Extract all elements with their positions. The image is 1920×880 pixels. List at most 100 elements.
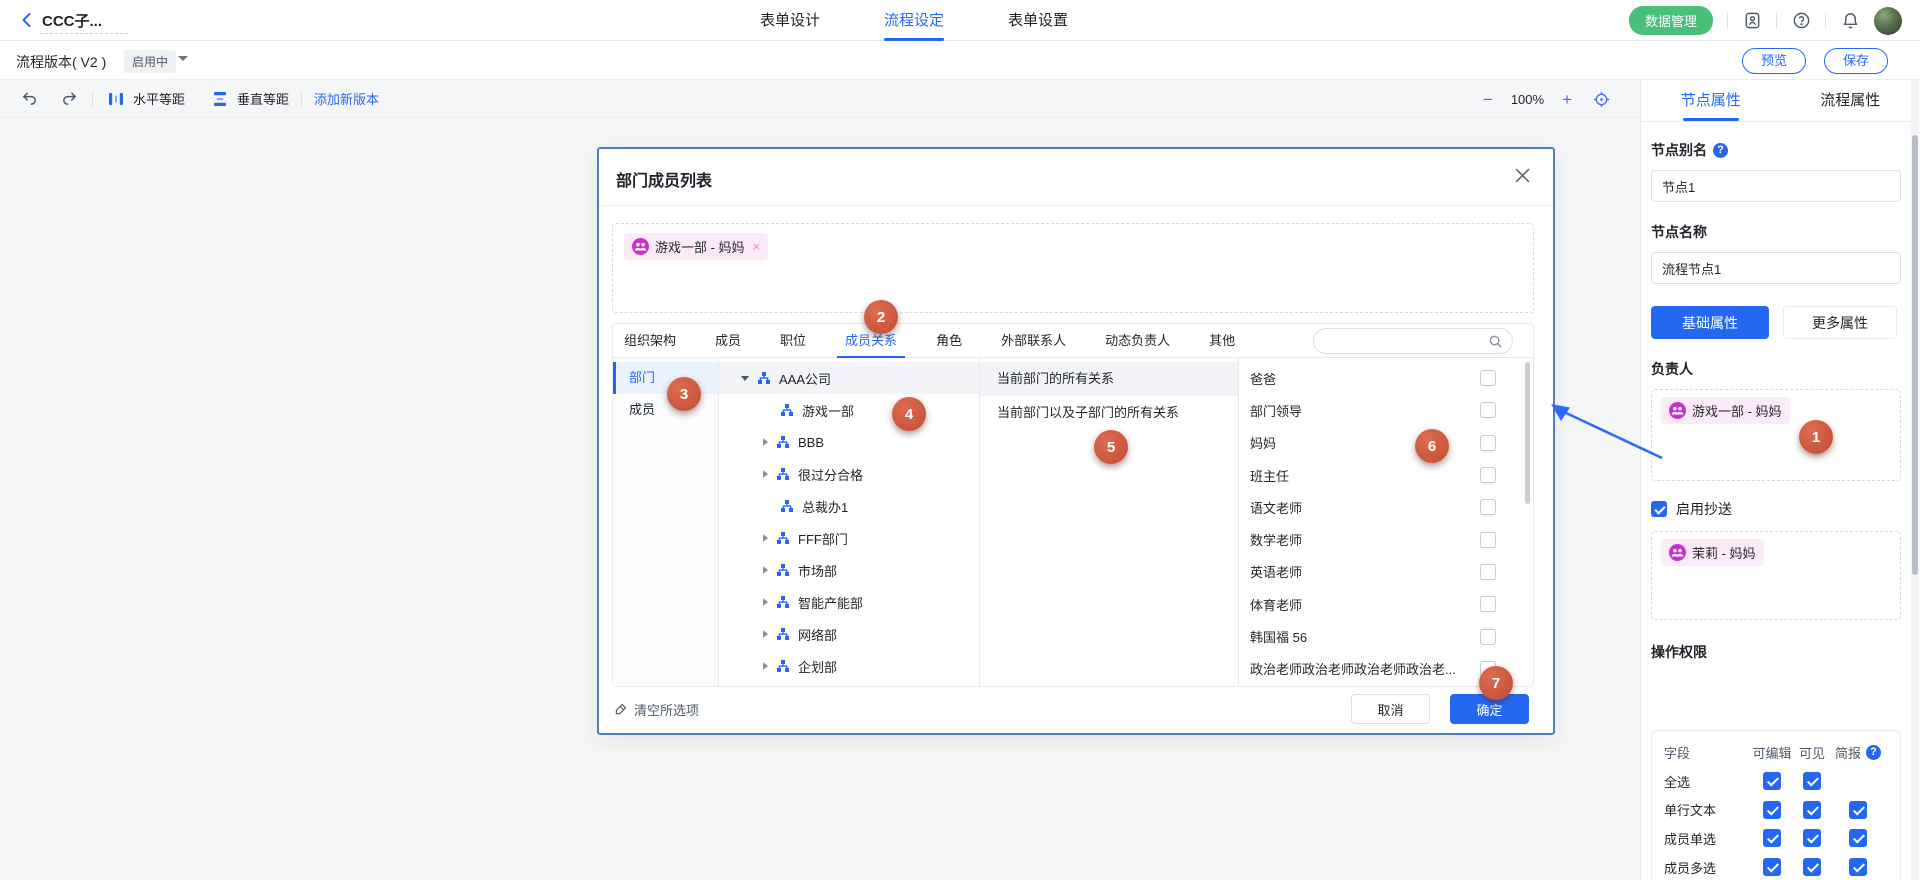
node-name-input[interactable]	[1651, 252, 1901, 284]
remove-tag-icon[interactable]: ×	[753, 239, 761, 254]
undo-icon[interactable]	[18, 88, 40, 110]
relation-item-pe-teacher[interactable]: 体育老师	[1239, 588, 1535, 620]
brief-checkbox[interactable]	[1849, 858, 1867, 876]
node-alias-help-icon[interactable]: ?	[1713, 143, 1728, 158]
caret-right-icon[interactable]	[763, 662, 768, 670]
visible-checkbox[interactable]	[1803, 829, 1821, 847]
tree-node-fff[interactable]: FFF部门	[719, 522, 979, 554]
relation-item-mom[interactable]: 妈妈	[1239, 427, 1535, 459]
visible-checkbox[interactable]	[1803, 772, 1821, 790]
tab-node-properties[interactable]: 节点属性	[1641, 80, 1781, 121]
relation-item-dept-leader[interactable]: 部门领导	[1239, 394, 1535, 426]
add-new-version-link[interactable]: 添加新版本	[314, 89, 379, 108]
tree-node-zongcaiban[interactable]: 总裁办1	[719, 490, 979, 522]
relation-item-hanguofu[interactable]: 韩国福 56	[1239, 620, 1535, 652]
brief-checkbox[interactable]	[1849, 829, 1867, 847]
selected-tag[interactable]: 游戏一部 - 妈妈 ×	[624, 233, 768, 260]
tree-node-network[interactable]: 网络部	[719, 618, 979, 650]
cc-tag[interactable]: 茉莉 - 妈妈	[1661, 539, 1764, 566]
relation-item-math-teacher[interactable]: 数学老师	[1239, 523, 1535, 555]
relation-checkbox[interactable]	[1480, 370, 1496, 386]
tree-node-smart-capacity[interactable]: 智能产能部	[719, 586, 979, 618]
tree-node-aaa[interactable]: AAA公司	[719, 362, 979, 394]
relation-item-chinese-teacher[interactable]: 语文老师	[1239, 491, 1535, 523]
tab-dynamic-owner[interactable]: 动态负责人	[1105, 324, 1170, 358]
tab-form-design[interactable]: 表单设计	[760, 0, 820, 41]
horizontal-equal-spacing-icon[interactable]	[105, 88, 127, 110]
list-scrollbar-thumb[interactable]	[1525, 362, 1530, 504]
node-alias-input[interactable]	[1651, 170, 1901, 202]
relation-checkbox[interactable]	[1480, 499, 1496, 515]
editable-checkbox[interactable]	[1763, 858, 1781, 876]
visible-checkbox[interactable]	[1803, 858, 1821, 876]
relation-checkbox[interactable]	[1480, 532, 1496, 548]
tab-flow-properties[interactable]: 流程属性	[1781, 80, 1920, 121]
horizontal-equal-spacing-label[interactable]: 水平等距	[133, 89, 185, 108]
caret-right-icon[interactable]	[763, 598, 768, 606]
version-dropdown-icon[interactable]	[178, 56, 188, 61]
owner-tag[interactable]: 游戏一部 - 妈妈	[1661, 397, 1790, 424]
tree-node-bbb[interactable]: BBB	[719, 426, 979, 458]
tab-external-contacts[interactable]: 外部联系人	[1001, 324, 1066, 358]
cc-tags-box[interactable]: 茉莉 - 妈妈	[1651, 531, 1901, 620]
tab-roles[interactable]: 角色	[936, 324, 962, 358]
editable-checkbox[interactable]	[1763, 772, 1781, 790]
redo-icon[interactable]	[58, 88, 80, 110]
tree-node-planning[interactable]: 企划部	[719, 650, 979, 682]
sidebar-item-member[interactable]: 成员	[613, 394, 718, 426]
caret-right-icon[interactable]	[763, 438, 768, 446]
relation-checkbox[interactable]	[1480, 435, 1496, 451]
locate-center-icon[interactable]	[1590, 88, 1612, 110]
tree-node-market[interactable]: 市场部	[719, 554, 979, 586]
editable-checkbox[interactable]	[1763, 829, 1781, 847]
tab-other[interactable]: 其他	[1209, 324, 1235, 358]
relation-item-head-teacher[interactable]: 班主任	[1239, 459, 1535, 491]
sidebar-item-department[interactable]: 部门	[613, 362, 718, 394]
brief-checkbox[interactable]	[1849, 801, 1867, 819]
relation-checkbox[interactable]	[1480, 596, 1496, 612]
caret-right-icon[interactable]	[763, 630, 768, 638]
caret-down-icon[interactable]	[741, 376, 749, 381]
panel-scrollbar-thumb[interactable]	[1912, 135, 1918, 575]
visible-checkbox[interactable]	[1803, 801, 1821, 819]
caret-right-icon[interactable]	[763, 566, 768, 574]
tree-node-game-dept[interactable]: 游戏一部	[719, 394, 979, 426]
relation-checkbox[interactable]	[1480, 629, 1496, 645]
scope-current-dept[interactable]: 当前部门的所有关系	[980, 362, 1238, 396]
document-title[interactable]: CCC子...	[42, 10, 102, 31]
owner-tags-box[interactable]: 游戏一部 - 妈妈	[1651, 389, 1901, 481]
notification-bell-icon[interactable]	[1840, 11, 1860, 31]
caret-right-icon[interactable]	[763, 534, 768, 542]
basic-properties-button[interactable]: 基础属性	[1651, 306, 1769, 339]
relation-checkbox[interactable]	[1480, 564, 1496, 580]
relation-checkbox[interactable]	[1480, 467, 1496, 483]
enable-cc-checkbox[interactable]	[1651, 501, 1667, 517]
brief-help-icon[interactable]: ?	[1866, 745, 1881, 760]
selected-items-box[interactable]: 游戏一部 - 妈妈 ×	[612, 223, 1534, 313]
address-book-icon[interactable]	[1742, 11, 1762, 31]
tab-positions[interactable]: 职位	[780, 324, 806, 358]
relation-item-dad[interactable]: 爸爸	[1239, 362, 1535, 394]
tree-node-henguofen[interactable]: 很过分合格	[719, 458, 979, 490]
save-button[interactable]: 保存	[1824, 48, 1888, 74]
zoom-in-button[interactable]: +	[1562, 91, 1572, 108]
help-icon[interactable]	[1791, 11, 1811, 31]
editable-checkbox[interactable]	[1763, 801, 1781, 819]
data-management-button[interactable]: 数据管理	[1629, 6, 1713, 35]
tab-flow-setting[interactable]: 流程设定	[884, 0, 944, 41]
preview-button[interactable]: 预览	[1742, 48, 1806, 74]
scope-current-and-sub-dept[interactable]: 当前部门以及子部门的所有关系	[980, 396, 1238, 430]
user-avatar[interactable]	[1874, 7, 1902, 35]
cancel-button[interactable]: 取消	[1351, 694, 1430, 724]
relation-item-english-teacher[interactable]: 英语老师	[1239, 556, 1535, 588]
caret-right-icon[interactable]	[763, 470, 768, 478]
vertical-equal-spacing-label[interactable]: 垂直等距	[237, 89, 289, 108]
back-icon[interactable]	[18, 11, 36, 29]
vertical-equal-spacing-icon[interactable]	[209, 88, 231, 110]
relation-checkbox[interactable]	[1480, 402, 1496, 418]
tab-org-structure[interactable]: 组织架构	[624, 324, 676, 358]
search-input[interactable]	[1326, 330, 1486, 352]
tab-members[interactable]: 成员	[715, 324, 741, 358]
clear-selection[interactable]: 清空所选项	[613, 700, 699, 719]
zoom-out-button[interactable]: −	[1483, 91, 1493, 108]
